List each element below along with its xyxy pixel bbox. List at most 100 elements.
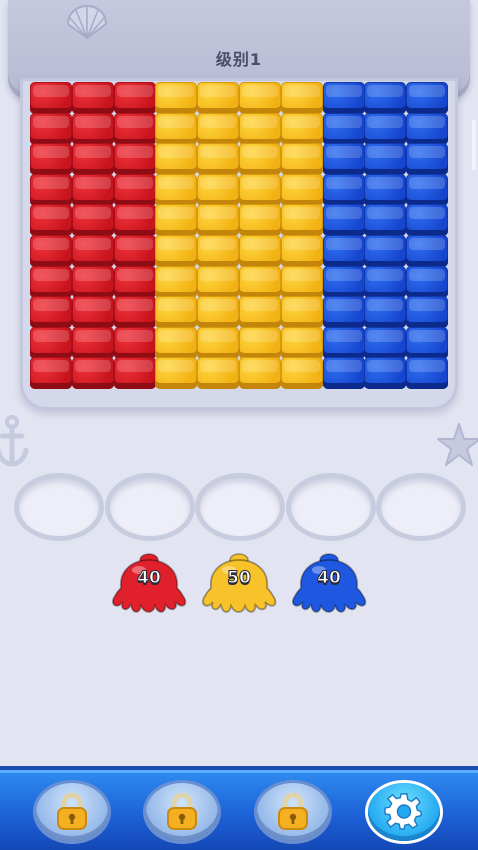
cube-yellow [197, 143, 240, 176]
cube-yellow [155, 82, 198, 114]
cube-blue [322, 326, 365, 359]
cube-red [113, 235, 156, 267]
cube-yellow [197, 296, 240, 329]
cube-yellow [239, 204, 281, 237]
cube-red [30, 112, 72, 145]
lock-icon [57, 793, 87, 830]
cube-blue [322, 296, 365, 329]
cube-yellow [280, 143, 323, 176]
cube-red [71, 296, 114, 329]
cube-yellow [239, 265, 281, 298]
cube-blue [364, 296, 407, 329]
gear-icon [384, 793, 422, 830]
cube-yellow [280, 326, 323, 359]
cube-yellow [197, 82, 240, 114]
cube-red [113, 82, 156, 114]
octopus-count: 40 [317, 568, 342, 589]
cube-red [30, 326, 72, 359]
starfish-icon [437, 423, 478, 466]
cube-blue [406, 112, 449, 145]
cube-red [30, 173, 72, 206]
cube-yellow [280, 235, 323, 267]
empty-slot[interactable] [291, 478, 371, 536]
cube-blue [364, 173, 407, 206]
locked-button-2[interactable] [146, 783, 218, 841]
cube-red [113, 112, 156, 145]
cube-yellow [155, 143, 198, 176]
cube-red [71, 235, 114, 267]
scroll-indicator [472, 120, 476, 170]
cube-blue [322, 112, 365, 145]
cube-yellow [239, 143, 281, 176]
cube-blue [364, 326, 407, 359]
cube-red [113, 265, 156, 298]
cube-blue [364, 357, 407, 390]
octopus-count: 50 [227, 568, 252, 589]
cube-yellow [155, 235, 198, 267]
empty-slot[interactable] [381, 478, 461, 536]
octopus-count: 40 [137, 568, 162, 589]
cube-yellow [239, 112, 281, 145]
cube-red [30, 204, 72, 237]
settings-button[interactable] [368, 783, 440, 841]
cube-yellow [197, 357, 240, 390]
octopus-blue[interactable]: 40 [289, 552, 369, 618]
cube-red [113, 143, 156, 176]
cube-grid [30, 82, 449, 394]
cube-red [30, 82, 72, 114]
cube-blue [364, 82, 407, 114]
cube-red [71, 326, 114, 359]
cube-red [71, 357, 114, 390]
cube-yellow [155, 173, 198, 206]
cube-yellow [197, 326, 240, 359]
cube-board [20, 78, 458, 410]
empty-slot[interactable] [19, 478, 99, 536]
cube-yellow [155, 265, 198, 298]
cube-red [71, 173, 114, 206]
cube-red [30, 235, 72, 267]
cube-red [71, 82, 114, 114]
lock-icon [278, 793, 308, 830]
octopus-red[interactable]: 40 [109, 552, 189, 618]
cube-blue [322, 235, 365, 267]
locked-button-1[interactable] [36, 783, 108, 841]
cube-blue [406, 326, 449, 359]
cube-yellow [197, 235, 240, 267]
cube-yellow [239, 173, 281, 206]
cube-yellow [155, 326, 198, 359]
cube-blue [322, 357, 365, 390]
cube-yellow [155, 357, 198, 390]
lock-icon [167, 793, 197, 830]
cube-blue [406, 357, 449, 390]
cube-red [113, 204, 156, 237]
octopus-yellow[interactable]: 50 [199, 552, 279, 618]
cube-blue [406, 296, 449, 329]
game-screen: 级别1 40 50 40 [0, 0, 478, 850]
cube-blue [322, 204, 365, 237]
bottom-toolbar [0, 766, 478, 850]
cube-red [71, 112, 114, 145]
cube-yellow [197, 204, 240, 237]
cube-blue [364, 143, 407, 176]
empty-slot[interactable] [110, 478, 190, 536]
cube-yellow [155, 296, 198, 329]
level-label: 级别1 [215, 50, 263, 69]
cube-yellow [155, 204, 198, 237]
cube-red [113, 326, 156, 359]
cube-red [30, 296, 72, 329]
cube-blue [364, 112, 407, 145]
cube-yellow [280, 265, 323, 298]
cube-yellow [197, 173, 240, 206]
cube-yellow [239, 296, 281, 329]
cube-red [30, 265, 72, 298]
cube-red [113, 173, 156, 206]
cube-blue [406, 204, 449, 237]
cube-yellow [280, 82, 323, 114]
empty-slot[interactable] [200, 478, 280, 536]
cube-blue [406, 265, 449, 298]
cube-yellow [280, 296, 323, 329]
cube-red [30, 143, 72, 176]
shell-icon [66, 4, 108, 40]
locked-button-3[interactable] [257, 783, 329, 841]
cube-blue [364, 204, 407, 237]
